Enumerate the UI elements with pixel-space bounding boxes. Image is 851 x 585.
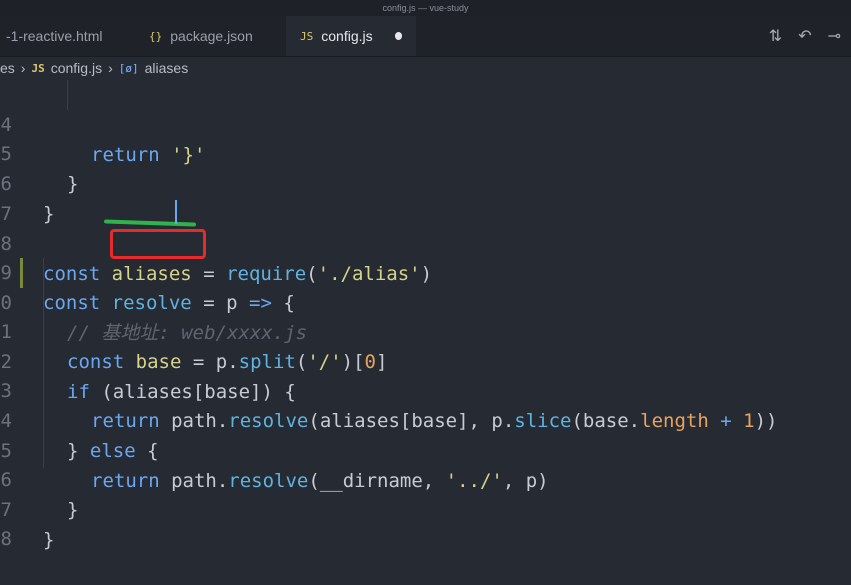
breadcrumb-symbol[interactable]: aliases xyxy=(145,60,189,76)
editor-actions: ⇅ ↶ ⊸ xyxy=(769,16,841,56)
go-back-icon[interactable]: ↶ xyxy=(798,26,811,46)
json-icon: {} xyxy=(149,29,163,43)
code-line: 4 } else { xyxy=(0,376,851,462)
code-line: 3 return path.resolve(aliases[base], p.s… xyxy=(0,346,851,432)
line-number: 8 xyxy=(0,528,12,550)
code-line: 4 return '}' xyxy=(0,80,851,166)
git-compare-icon[interactable]: ⇅ xyxy=(769,26,782,46)
code-line: 1 const base = p.split('/')[0] xyxy=(0,287,851,373)
code-line: 2 if (aliases[base]) { xyxy=(0,317,851,403)
tab-package-json[interactable]: {} package.json xyxy=(135,16,285,56)
js-file-icon: JS xyxy=(31,61,45,75)
js-icon: JS xyxy=(300,29,314,43)
variable-symbol-icon: [ø] xyxy=(118,61,139,75)
breadcrumb: es › JS config.js › [ø] aliases xyxy=(0,57,851,79)
timeline-icon[interactable]: ⊸ xyxy=(828,26,841,46)
code-line: 6 } xyxy=(0,139,851,225)
tab-label: package.json xyxy=(170,28,253,44)
tab-label: -1-reactive.html xyxy=(6,28,103,44)
code-line: 8 const aliases = require('./alias') xyxy=(0,199,851,285)
tab-config-js[interactable]: JS config.js xyxy=(286,16,416,56)
code-line: 0 // 基地址: web/xxxx.js xyxy=(0,258,851,344)
tab-reactive-html[interactable]: -1-reactive.html xyxy=(0,16,127,56)
text-cursor xyxy=(175,200,177,224)
breadcrumb-file[interactable]: config.js xyxy=(51,60,102,76)
window-title: config.js — vue-study xyxy=(0,0,851,16)
code-line: 6 } xyxy=(0,435,851,521)
code-line: 7 xyxy=(0,169,851,225)
code-line: 5 } xyxy=(0,109,851,195)
code-line: 8 xyxy=(0,494,851,550)
chevron-right-icon: › xyxy=(20,60,26,76)
chevron-right-icon: › xyxy=(108,60,113,76)
tab-bar: -1-reactive.html {} package.json JS conf… xyxy=(0,16,851,57)
red-highlight-box xyxy=(110,229,206,259)
tab-label: config.js xyxy=(321,28,373,44)
code-line: 7 } xyxy=(0,465,851,551)
unsaved-dot-icon[interactable] xyxy=(394,32,402,40)
code-line: 5 return path.resolve(__dirname, '../', … xyxy=(0,406,851,492)
breadcrumb-folder[interactable]: es xyxy=(0,60,15,76)
code-editor[interactable]: 4 return '}' 5 } 6 } 7 8 const aliases =… xyxy=(0,80,851,551)
